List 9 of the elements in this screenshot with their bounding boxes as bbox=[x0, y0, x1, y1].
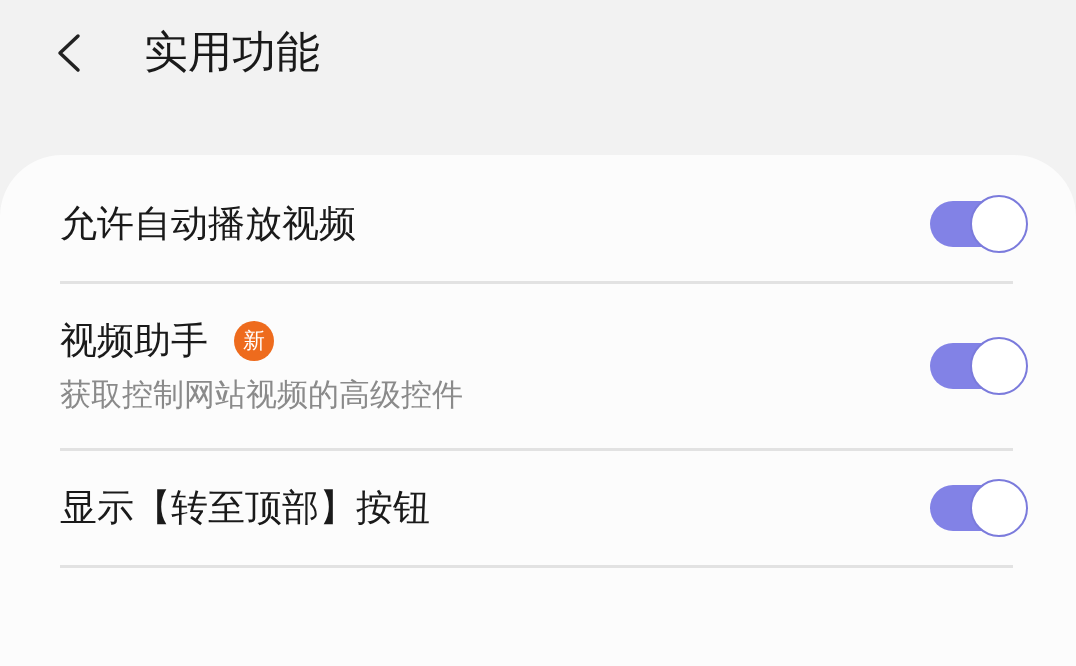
toggle-switch[interactable] bbox=[930, 479, 1028, 537]
setting-title: 视频助手 bbox=[60, 318, 208, 364]
page-title: 实用功能 bbox=[144, 25, 320, 79]
setting-title: 显示【转至顶部】按钮 bbox=[60, 485, 430, 531]
toggle-switch[interactable] bbox=[930, 337, 1028, 395]
setting-description: 获取控制网站视频的高级控件 bbox=[60, 375, 463, 414]
new-badge: 新 bbox=[234, 321, 274, 361]
setting-title: 允许自动播放视频 bbox=[60, 201, 356, 247]
toggle-switch[interactable] bbox=[930, 195, 1028, 253]
